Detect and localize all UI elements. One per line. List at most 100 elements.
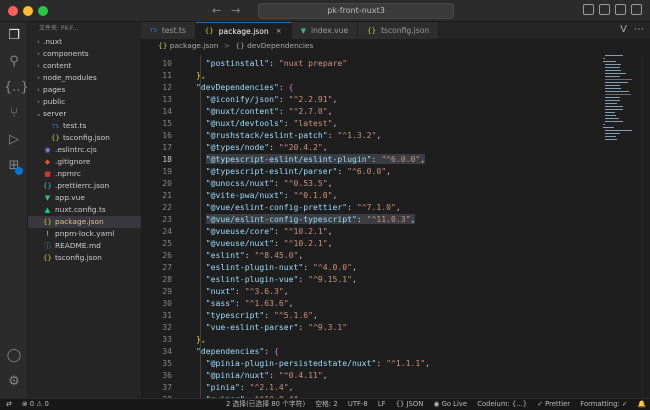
- file-item[interactable]: ⓘ README.md: [28, 240, 141, 252]
- search-icon[interactable]: ⚲: [4, 52, 24, 72]
- zoom-window-button[interactable]: [38, 6, 48, 16]
- chevron-right-icon: ›: [37, 62, 40, 70]
- editor-actions: Ⅴ ⋯: [620, 24, 644, 35]
- editor-tab[interactable]: {} package.json ×: [195, 22, 292, 39]
- go-live-status[interactable]: ◉ Go Live: [433, 400, 467, 408]
- remote-explorer-icon[interactable]: {..}: [4, 78, 29, 98]
- editor-tab[interactable]: ▼ index.vue: [291, 22, 359, 39]
- status-bar: ⇄ ⊗ 0 ⚠ 0 2 选择(已选择 80 个字符) 空格: 2 UTF-8 L…: [0, 398, 650, 410]
- comma: ,: [332, 190, 338, 200]
- minimap-line: [605, 64, 621, 65]
- colon: :: [283, 118, 294, 128]
- run-debug-icon[interactable]: ▷: [4, 130, 24, 150]
- colon: :: [347, 202, 357, 212]
- breadcrumb-symbol[interactable]: {} devDependencies: [235, 41, 313, 50]
- json-key: @vue/eslint-config-prettier: [210, 202, 343, 212]
- file-item[interactable]: {} tsconfig.json: [28, 252, 141, 264]
- selection-status[interactable]: 2 选择(已选择 80 个字符): [226, 400, 305, 408]
- code-line: 18 "@typescript-eslint/eslint-plugin": "^…: [141, 153, 596, 165]
- folder-item[interactable]: ⌄ server: [28, 108, 141, 120]
- forward-arrow-icon[interactable]: →: [231, 4, 240, 17]
- line-text: "@vite-pwa/nuxt": "^0.1.0",: [206, 189, 338, 201]
- close-window-button[interactable]: [8, 6, 18, 16]
- language-mode-status[interactable]: {} JSON: [396, 400, 424, 408]
- settings-gear-icon[interactable]: ⚙: [4, 372, 24, 392]
- prettier-status[interactable]: ✓ Prettier: [537, 400, 570, 408]
- file-item[interactable]: {} .prettierrc.json: [28, 180, 141, 192]
- line-text: "eslint-plugin-nuxt": "^4.0.0",: [206, 261, 357, 273]
- json-entry: "@typescript-eslint/eslint-plugin": "^6.…: [205, 154, 426, 164]
- colon: :: [356, 214, 367, 224]
- tree-item-label: pages: [43, 85, 66, 94]
- close-tab-icon[interactable]: ×: [276, 27, 282, 35]
- minimap[interactable]: [601, 55, 637, 147]
- comma: ,: [288, 298, 294, 308]
- json-entry: "@typescript-eslint/parser": "^6.0.0",: [206, 166, 391, 176]
- remote-indicator-icon[interactable]: ⇄: [6, 400, 12, 408]
- editor-tab[interactable]: {} tsconfig.json: [358, 22, 440, 39]
- indentation-status[interactable]: 空格: 2: [315, 400, 337, 408]
- line-number: 13: [162, 94, 172, 104]
- minimize-window-button[interactable]: [23, 6, 33, 16]
- colon: :: [283, 190, 294, 200]
- accounts-icon[interactable]: ◯: [4, 346, 24, 366]
- comma: ,: [327, 178, 333, 188]
- source-control-icon[interactable]: ⑂: [4, 104, 24, 124]
- notifications-bell-icon[interactable]: 🔔: [638, 400, 646, 408]
- json-key: @typescript-eslint/eslint-plugin: [210, 154, 367, 164]
- minimap-line: [603, 124, 605, 125]
- file-item[interactable]: ▼ app.vue: [28, 192, 141, 204]
- file-item[interactable]: TS test.ts: [28, 120, 141, 132]
- file-item[interactable]: ◆ .gitignore: [28, 156, 141, 168]
- toggle-secondary-sidebar-icon[interactable]: [615, 4, 626, 15]
- editor-scrollbar[interactable]: [642, 55, 650, 398]
- file-item[interactable]: {} tsconfig.json: [28, 132, 141, 144]
- breadcrumb-file[interactable]: package.json: [170, 41, 219, 50]
- folder-item[interactable]: › content: [28, 60, 141, 72]
- json-value: ^7.1.0: [361, 202, 391, 212]
- extensions-icon[interactable]: ⊞: [4, 156, 24, 176]
- folder-item[interactable]: › public: [28, 96, 141, 108]
- comma: ,: [283, 286, 289, 296]
- line-number: 12: [162, 82, 172, 92]
- comma: ,: [288, 382, 294, 392]
- command-center[interactable]: pk-front-nuxt3: [258, 3, 454, 19]
- colon: :: [264, 310, 275, 320]
- folder-item[interactable]: › components: [28, 48, 141, 60]
- comma: ,: [425, 358, 430, 368]
- more-actions-icon[interactable]: ⋯: [634, 24, 644, 35]
- line-number: 14: [162, 106, 172, 116]
- file-item[interactable]: ◉ .eslintrc.cjs: [28, 144, 141, 156]
- explorer-icon[interactable]: ❐: [4, 26, 24, 46]
- minimap-line: [605, 85, 621, 86]
- customize-layout-icon[interactable]: [631, 4, 642, 15]
- file-item[interactable]: ■ .npmrc: [28, 168, 141, 180]
- problems-indicator[interactable]: ⊗ 0 ⚠ 0: [22, 400, 49, 408]
- code-editor[interactable]: 10"postinstall": "nuxt prepare"11},12"de…: [141, 55, 596, 398]
- explorer-header: 文件夹: PK-F...: [39, 25, 79, 32]
- file-item[interactable]: ! pnpm-lock.yaml: [28, 228, 141, 240]
- minimap-line: [605, 118, 619, 119]
- colon: :: [376, 358, 387, 368]
- codeium-status[interactable]: Codeium: {...}: [477, 400, 527, 408]
- navigation-arrows: ← →: [212, 4, 250, 17]
- split-editor-icon[interactable]: Ⅴ: [620, 24, 627, 35]
- json-entry: "@vueuse/core": "^10.2.1",: [206, 226, 333, 236]
- editor-tab[interactable]: TS test.ts: [141, 22, 196, 39]
- toggle-panel-icon[interactable]: [599, 4, 610, 15]
- toggle-sidebar-icon[interactable]: [583, 4, 594, 15]
- line-number: 26: [162, 250, 172, 260]
- folder-item[interactable]: › pages: [28, 84, 141, 96]
- formatting-status[interactable]: Formatting: ✓: [580, 400, 627, 408]
- json-entry: "@pinia-plugin-persistedstate/nuxt": "^1…: [206, 358, 430, 368]
- git-file-icon: ◆: [44, 158, 51, 166]
- file-item[interactable]: ▲ nuxt.config.ts: [28, 204, 141, 216]
- folder-item[interactable]: › .nuxt: [28, 36, 141, 48]
- folder-item[interactable]: › node_modules: [28, 72, 141, 84]
- file-item[interactable]: {} package.json: [28, 216, 141, 228]
- code-line: 34 "dependencies": {: [141, 345, 596, 357]
- back-arrow-icon[interactable]: ←: [212, 4, 221, 17]
- eol-status[interactable]: LF: [378, 400, 386, 408]
- minimap-line: [605, 76, 620, 77]
- encoding-status[interactable]: UTF-8: [348, 400, 368, 408]
